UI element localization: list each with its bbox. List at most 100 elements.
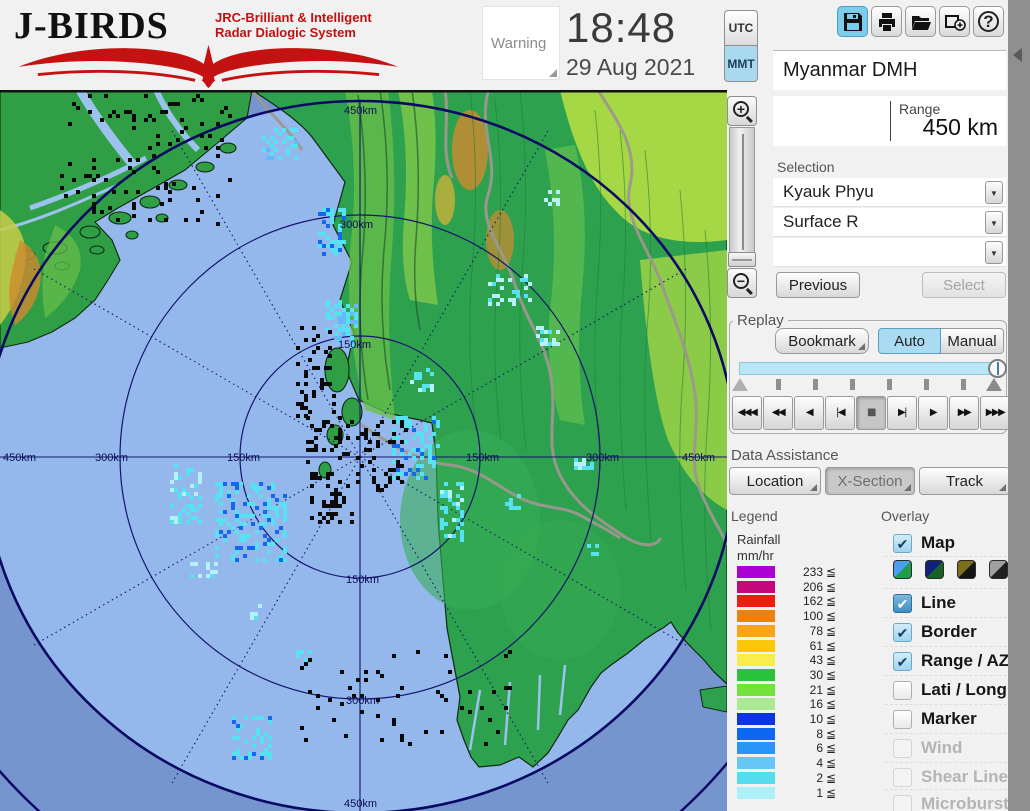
location-button[interactable]: Location <box>729 467 821 495</box>
legend-row: 43 ≦ <box>737 653 847 667</box>
map-style-4-button[interactable] <box>989 560 1008 579</box>
save-button[interactable] <box>837 6 868 37</box>
bookmark-button[interactable]: Bookmark <box>775 328 869 354</box>
fastest-forward-button[interactable]: ▶▶▶ <box>980 396 1010 430</box>
overlay-item-microburst[interactable]: Microburst <box>885 793 1009 811</box>
radar-map[interactable]: 450km 300km 150km 150km 300km 450km 450k… <box>0 90 727 811</box>
chevron-down-icon[interactable]: ▼ <box>985 211 1003 234</box>
legend-leq: ≦ <box>826 594 837 609</box>
range-value: 450 km <box>922 114 998 140</box>
legend-leq: ≦ <box>826 579 837 594</box>
checkbox[interactable]: ✔ <box>893 534 912 553</box>
checkbox[interactable]: ✔ <box>893 623 912 642</box>
legend-leq: ≦ <box>826 712 837 726</box>
help-button[interactable]: ? <box>973 6 1004 37</box>
option-select[interactable]: ▼ <box>773 238 1006 267</box>
legend-row: 61 ≦ <box>737 638 847 653</box>
rewind-button[interactable]: ◀◀ <box>763 396 793 430</box>
legend-value: 233 <box>802 565 823 579</box>
checkbox[interactable]: ✔ <box>893 652 912 671</box>
panel-collapse-icon[interactable] <box>1013 48 1022 62</box>
zoom-in-button[interactable]: + <box>727 96 757 126</box>
overlay-item-range-az[interactable]: ✔ Range / AZ <box>885 650 1010 676</box>
map-style-2-button[interactable] <box>925 560 944 579</box>
checkbox[interactable] <box>893 710 912 729</box>
save-icon <box>843 12 862 31</box>
range-display: Range 450 km <box>773 96 1006 146</box>
timezone-mmt-button[interactable]: MMT <box>724 46 758 82</box>
zoom-slider-handle[interactable] <box>728 252 756 267</box>
stop-button[interactable]: ■ <box>856 396 886 430</box>
legend-swatch <box>737 757 775 770</box>
legend-row: 100 ≦ <box>737 609 847 623</box>
fast-rewind-button[interactable]: ◀◀◀ <box>732 396 762 430</box>
x-section-label: X-Section <box>837 472 903 490</box>
play-button[interactable]: ▶ <box>918 396 948 430</box>
legend-value: 1 <box>816 785 823 800</box>
checkbox[interactable] <box>893 795 912 811</box>
track-label: Track <box>946 472 983 490</box>
legend-row: 6 ≦ <box>737 741 847 755</box>
overlay-item-map[interactable]: ✔ Map <box>885 532 1007 558</box>
legend-swatch <box>737 610 775 623</box>
logo-subtitle: JRC-Brilliant & Intelligent Radar Dialog… <box>215 10 372 40</box>
ring-label: 150km <box>338 339 371 351</box>
legend-value: 2 <box>816 770 823 785</box>
overlay-item-label: Range / AZ <box>921 651 1010 670</box>
overlay-item-line[interactable]: ✔ Line <box>885 592 1007 618</box>
checkbox[interactable] <box>893 739 912 758</box>
x-section-button[interactable]: X-Section <box>825 467 915 495</box>
jbirds-app: { "header": { "logo": { "title": "J-BIRD… <box>0 0 1030 811</box>
help-icon: ? <box>978 11 999 32</box>
overlay-item-marker[interactable]: Marker <box>885 708 1007 734</box>
overlay-item-wind[interactable]: Wind <box>885 737 1007 763</box>
legend-leq: ≦ <box>826 697 837 712</box>
timeline-start-marker[interactable] <box>732 378 748 391</box>
zoom-slider-track[interactable] <box>729 127 755 267</box>
checkbox[interactable] <box>893 681 912 700</box>
play-backward-button[interactable]: ◀ <box>794 396 824 430</box>
zoom-in-icon: + <box>733 101 749 117</box>
step-forward-button[interactable]: ▶| <box>887 396 917 430</box>
checkbox[interactable] <box>893 768 912 787</box>
checkbox[interactable]: ✔ <box>893 594 912 613</box>
legend-row: 10 ≦ <box>737 712 847 726</box>
overlay-item-label: Shear Line <box>921 767 1008 786</box>
timezone-utc-button[interactable]: UTC <box>724 10 758 46</box>
overlay-separator <box>885 789 1007 790</box>
legend-leq: ≦ <box>826 682 837 697</box>
replay-timeline-track[interactable] <box>739 362 1001 375</box>
station-select[interactable]: Kyauk Phyu ▼ <box>773 178 1006 207</box>
legend-leq: ≦ <box>826 638 837 653</box>
open-folder-button[interactable] <box>905 6 936 37</box>
header-bar: J-BIRDS JRC-Brilliant & Intelligent Rada… <box>0 0 1030 90</box>
manual-mode-button[interactable]: Manual <box>941 328 1004 354</box>
map-style-1-button[interactable] <box>893 560 912 579</box>
track-button[interactable]: Track <box>919 467 1010 495</box>
product-select[interactable]: Surface R ▼ <box>773 208 1006 237</box>
legend-row: 206 ≦ <box>737 579 847 594</box>
legend-swatch <box>737 727 775 740</box>
timeline-end-marker[interactable] <box>986 378 1002 391</box>
select-button[interactable]: Select <box>922 272 1006 298</box>
map-style-3-button[interactable] <box>957 560 976 579</box>
overlay-item-border[interactable]: ✔ Border <box>885 621 1007 647</box>
print-icon <box>878 12 895 31</box>
chevron-down-icon[interactable]: ▼ <box>985 181 1003 204</box>
step-back-button[interactable]: |◀ <box>825 396 855 430</box>
previous-button[interactable]: Previous <box>776 272 860 298</box>
export-image-button[interactable] <box>939 6 970 37</box>
chevron-down-icon[interactable]: ▼ <box>985 241 1003 264</box>
overlay-item-lati-long[interactable]: Lati / Long <box>885 679 1007 705</box>
zoom-out-button[interactable]: − <box>727 268 757 298</box>
jbirds-logo: J-BIRDS JRC-Brilliant & Intelligent Rada… <box>10 2 410 88</box>
replay-timeline-handle[interactable] <box>988 359 1007 378</box>
fast-forward-button[interactable]: ▶▶ <box>949 396 979 430</box>
warning-panel[interactable]: Warning <box>482 6 560 80</box>
legend-value: 30 <box>809 667 823 682</box>
print-button[interactable] <box>871 6 902 37</box>
legend-value: 206 <box>802 579 823 594</box>
auto-mode-button[interactable]: Auto <box>878 328 941 354</box>
legend-value: 4 <box>816 756 823 771</box>
overlay-item-label: Border <box>921 622 977 641</box>
